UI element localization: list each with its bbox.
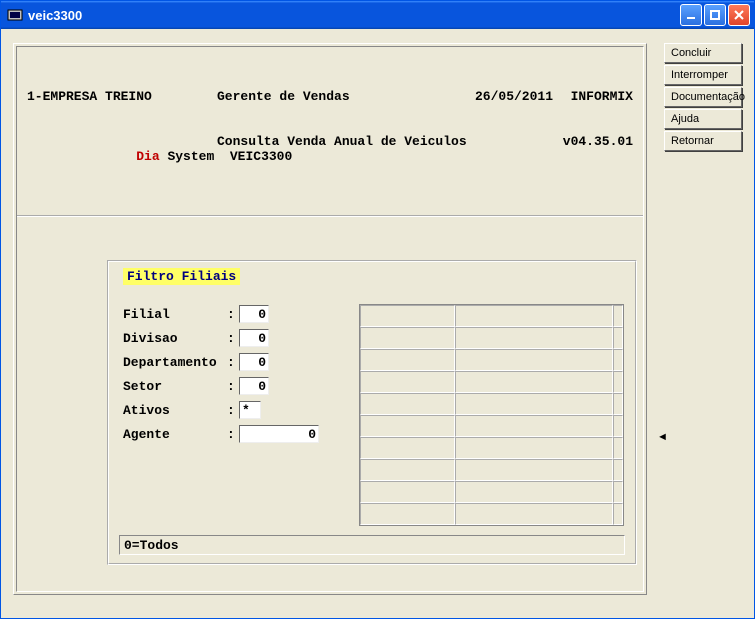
documentacao-button[interactable]: Documentação [664,87,742,107]
ativos-input[interactable] [239,401,261,419]
table-row [360,481,623,503]
db-label: INFORMIX [553,89,633,104]
agente-label: Agente [123,427,227,442]
role-label: Gerente de Vendas [217,89,443,104]
app-icon [7,7,23,23]
company-label: 1-EMPRESA TREINO [27,89,217,104]
row-divisao: Divisao : [123,326,343,350]
subtitle-label: Consulta Venda Anual de Veiculos [217,134,467,179]
row-filial: Filial : [123,302,343,326]
ajuda-button[interactable]: Ajuda [664,109,742,129]
filter-rows: Filial : Divisao : Departamento : [123,302,343,446]
result-grid [359,304,624,526]
interromper-button[interactable]: Interromper [664,65,742,85]
table-row [360,415,623,437]
version-label: v04.35.01 [467,134,633,179]
system-label: System [167,149,214,164]
table-row [360,327,623,349]
maximize-button[interactable] [704,4,726,26]
departamento-input[interactable] [239,353,269,371]
minimize-button[interactable] [680,4,702,26]
row-departamento: Departamento : [123,350,343,374]
agente-input[interactable] [239,425,319,443]
header-block: 1-EMPRESA TREINO Gerente de Vendas 26/05… [17,47,643,217]
main-panel: 1-EMPRESA TREINO Gerente de Vendas 26/05… [13,43,647,595]
filial-label: Filial [123,307,227,322]
titlebar: veic3300 [1,1,754,29]
window-controls [680,4,750,26]
table-row [360,349,623,371]
caret-icon: ◄ [657,431,668,443]
app-window: veic3300 Concluir Interromper Documentaç… [0,0,755,619]
row-agente: Agente : [123,422,343,446]
row-ativos: Ativos : [123,398,343,422]
concluir-button[interactable]: Concluir [664,43,742,63]
table-row [360,437,623,459]
side-toolbar: Concluir Interromper Documentação Ajuda … [664,43,742,151]
departamento-label: Departamento [123,355,227,370]
table-row [360,305,623,327]
window-title: veic3300 [28,8,680,23]
setor-input[interactable] [239,377,269,395]
status-line: 0=Todos [119,535,625,555]
close-button[interactable] [728,4,750,26]
filial-input[interactable] [239,305,269,323]
divisao-label: Divisao [123,331,227,346]
table-row [360,393,623,415]
filter-box-title: Filtro Filiais [123,268,240,285]
filter-box: Filtro Filiais Filial : Divisao : [107,260,637,565]
ativos-label: Ativos [123,403,227,418]
retornar-button[interactable]: Retornar [664,131,742,151]
divisao-input[interactable] [239,329,269,347]
dia-label: Dia [136,149,159,164]
table-row [360,459,623,481]
setor-label: Setor [123,379,227,394]
table-row [360,371,623,393]
table-row [360,503,623,525]
date-label: 26/05/2011 [443,89,553,104]
row-setor: Setor : [123,374,343,398]
client-area: Concluir Interromper Documentação Ajuda … [1,29,754,618]
